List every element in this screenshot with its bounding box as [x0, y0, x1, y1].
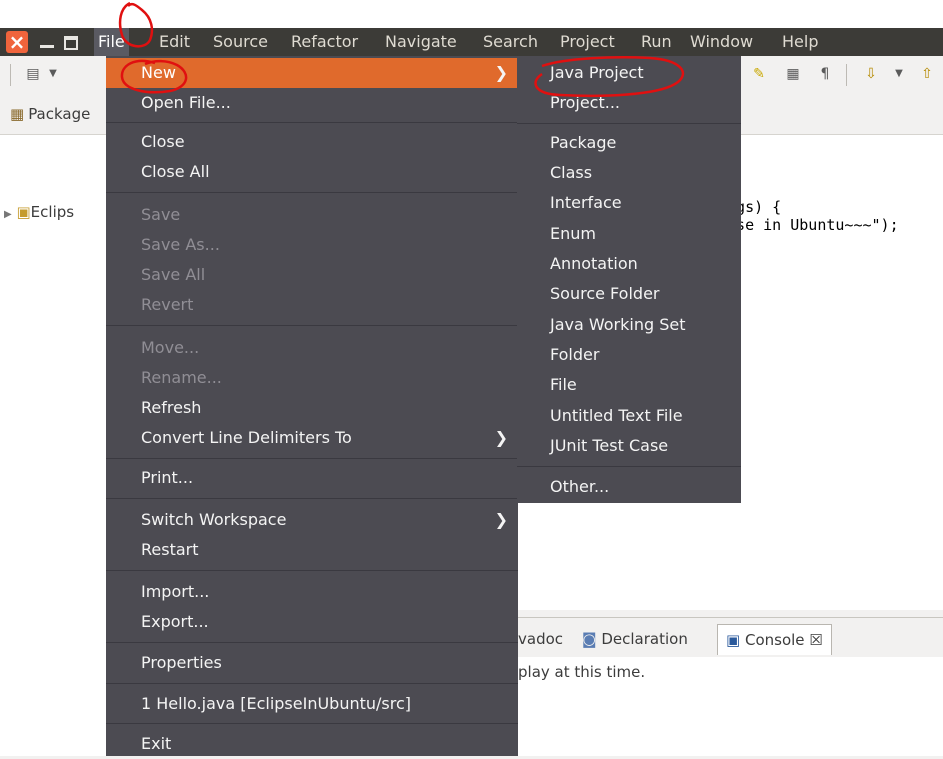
menu-separator: [106, 325, 518, 326]
menu-item-switch-workspace[interactable]: Switch Workspace ❯: [106, 505, 518, 535]
menu-item-label: New: [141, 63, 176, 82]
toggle-block-icon[interactable]: ▦: [784, 65, 802, 83]
menu-help[interactable]: Help: [778, 28, 822, 56]
bottom-view-tabs: vadoc ◙ Declaration ▣ Console ☒: [518, 617, 943, 658]
submenu-item-package[interactable]: Package: [517, 128, 741, 158]
tab-label: Package: [28, 105, 91, 123]
menu-item-exit[interactable]: Exit: [106, 729, 518, 759]
submenu-item-enum[interactable]: Enum: [517, 219, 741, 249]
menu-separator: [106, 642, 518, 643]
menu-separator: [106, 498, 518, 499]
menu-separator: [106, 458, 518, 459]
tab-console[interactable]: ▣ Console ☒: [717, 624, 832, 655]
menu-item-restart[interactable]: Restart: [106, 535, 518, 565]
menu-item-convert-line-delimiters[interactable]: Convert Line Delimiters To ❯: [106, 423, 518, 453]
tab-package-explorer[interactable]: ▦ Package: [0, 94, 90, 134]
console-icon: ▣: [726, 631, 741, 649]
tab-declaration[interactable]: ◙ Declaration: [582, 624, 688, 654]
declaration-icon: ◙: [582, 630, 597, 648]
menu-item-import[interactable]: Import...: [106, 577, 518, 607]
console-view: play at this time.: [518, 657, 943, 756]
submenu-item-untitled-text-file[interactable]: Untitled Text File: [517, 401, 741, 431]
close-window-icon[interactable]: ×: [6, 31, 28, 53]
toolbar-separator: [846, 64, 847, 86]
toolbar-separator: [10, 64, 11, 86]
maximize-icon[interactable]: [60, 31, 82, 53]
menu-item-refresh[interactable]: Refresh: [106, 393, 518, 423]
submenu-item-project[interactable]: Project...: [517, 88, 741, 118]
package-explorer-icon: ▦: [10, 105, 25, 123]
menu-separator: [517, 466, 741, 467]
menu-window[interactable]: Window: [686, 28, 757, 56]
submenu-arrow-icon: ❯: [494, 428, 508, 447]
dropdown-icon[interactable]: ▼: [890, 65, 908, 83]
submenu-item-other[interactable]: Other...: [517, 472, 741, 502]
menu-item-export[interactable]: Export...: [106, 607, 518, 637]
menu-separator: [106, 723, 518, 724]
next-annotation-icon[interactable]: ⇩: [862, 65, 880, 83]
menu-bar: × File Edit Source Refactor Navigate Sea…: [0, 28, 943, 56]
file-menu: New ❯ Open File... Close Close All Save …: [106, 56, 518, 756]
dropdown-icon[interactable]: ▼: [44, 65, 62, 83]
menu-separator: [517, 123, 741, 124]
menu-item-save[interactable]: Save: [106, 200, 518, 230]
submenu-item-junit-test-case[interactable]: JUnit Test Case: [517, 431, 741, 461]
menu-separator: [106, 570, 518, 571]
menu-project[interactable]: Project: [556, 28, 619, 56]
menu-source[interactable]: Source: [209, 28, 272, 56]
tab-label: Declaration: [601, 630, 688, 648]
tree-item-project[interactable]: ▶ ▣Eclips: [4, 203, 74, 221]
top-margin: [0, 0, 943, 28]
project-icon: ▣: [16, 203, 31, 221]
menu-item-recent-file[interactable]: 1 Hello.java [EclipseInUbuntu/src]: [106, 689, 518, 719]
menu-search[interactable]: Search: [479, 28, 542, 56]
menu-item-new[interactable]: New ❯: [106, 58, 518, 88]
tree-item-label: Eclips: [30, 203, 75, 221]
tab-label: Console: [744, 631, 805, 649]
menu-item-close-all[interactable]: Close All: [106, 157, 518, 187]
menu-refactor[interactable]: Refactor: [287, 28, 362, 56]
submenu-item-interface[interactable]: Interface: [517, 188, 741, 218]
menu-item-properties[interactable]: Properties: [106, 648, 518, 678]
menu-item-rename[interactable]: Rename...: [106, 363, 518, 393]
minimize-icon[interactable]: [36, 31, 58, 53]
code-line: ipse in Ubuntu~~~");: [718, 216, 899, 234]
submenu-item-java-working-set[interactable]: Java Working Set: [517, 310, 741, 340]
menu-item-label: Convert Line Delimiters To: [141, 428, 352, 447]
menu-file[interactable]: File: [94, 28, 129, 56]
submenu-item-folder[interactable]: Folder: [517, 340, 741, 370]
submenu-item-source-folder[interactable]: Source Folder: [517, 279, 741, 309]
package-explorer-pane: ▶ ▣Eclips: [0, 135, 110, 756]
submenu-item-annotation[interactable]: Annotation: [517, 249, 741, 279]
menu-separator: [106, 192, 518, 193]
menu-navigate[interactable]: Navigate: [381, 28, 461, 56]
tab-javadoc[interactable]: vadoc: [518, 624, 563, 654]
menu-item-revert[interactable]: Revert: [106, 290, 518, 320]
menu-separator: [106, 683, 518, 684]
submenu-arrow-icon: ❯: [494, 63, 508, 82]
show-whitespace-icon[interactable]: ¶: [816, 65, 834, 83]
menu-separator: [106, 122, 518, 123]
submenu-item-java-project[interactable]: Java Project: [517, 58, 741, 88]
menu-item-label: Switch Workspace: [141, 510, 287, 529]
menu-item-move[interactable]: Move...: [106, 333, 518, 363]
menu-item-close[interactable]: Close: [106, 127, 518, 157]
new-wizard-icon[interactable]: ▤: [24, 65, 42, 83]
close-tab-icon[interactable]: ☒: [809, 631, 822, 649]
menu-edit[interactable]: Edit: [155, 28, 194, 56]
menu-item-open-file[interactable]: Open File...: [106, 88, 518, 118]
menu-item-save-all[interactable]: Save All: [106, 260, 518, 290]
menu-run[interactable]: Run: [637, 28, 676, 56]
expand-arrow-icon[interactable]: ▶: [4, 209, 12, 220]
new-submenu: Java Project Project... Package Class In…: [517, 56, 741, 503]
highlight-icon[interactable]: ✎: [750, 65, 768, 83]
prev-annotation-icon[interactable]: ⇧: [918, 65, 936, 83]
console-message: play at this time.: [518, 663, 646, 681]
submenu-item-file[interactable]: File: [517, 370, 741, 400]
submenu-arrow-icon: ❯: [494, 510, 508, 529]
submenu-item-class[interactable]: Class: [517, 158, 741, 188]
menu-item-save-as[interactable]: Save As...: [106, 230, 518, 260]
menu-item-print[interactable]: Print...: [106, 463, 518, 493]
